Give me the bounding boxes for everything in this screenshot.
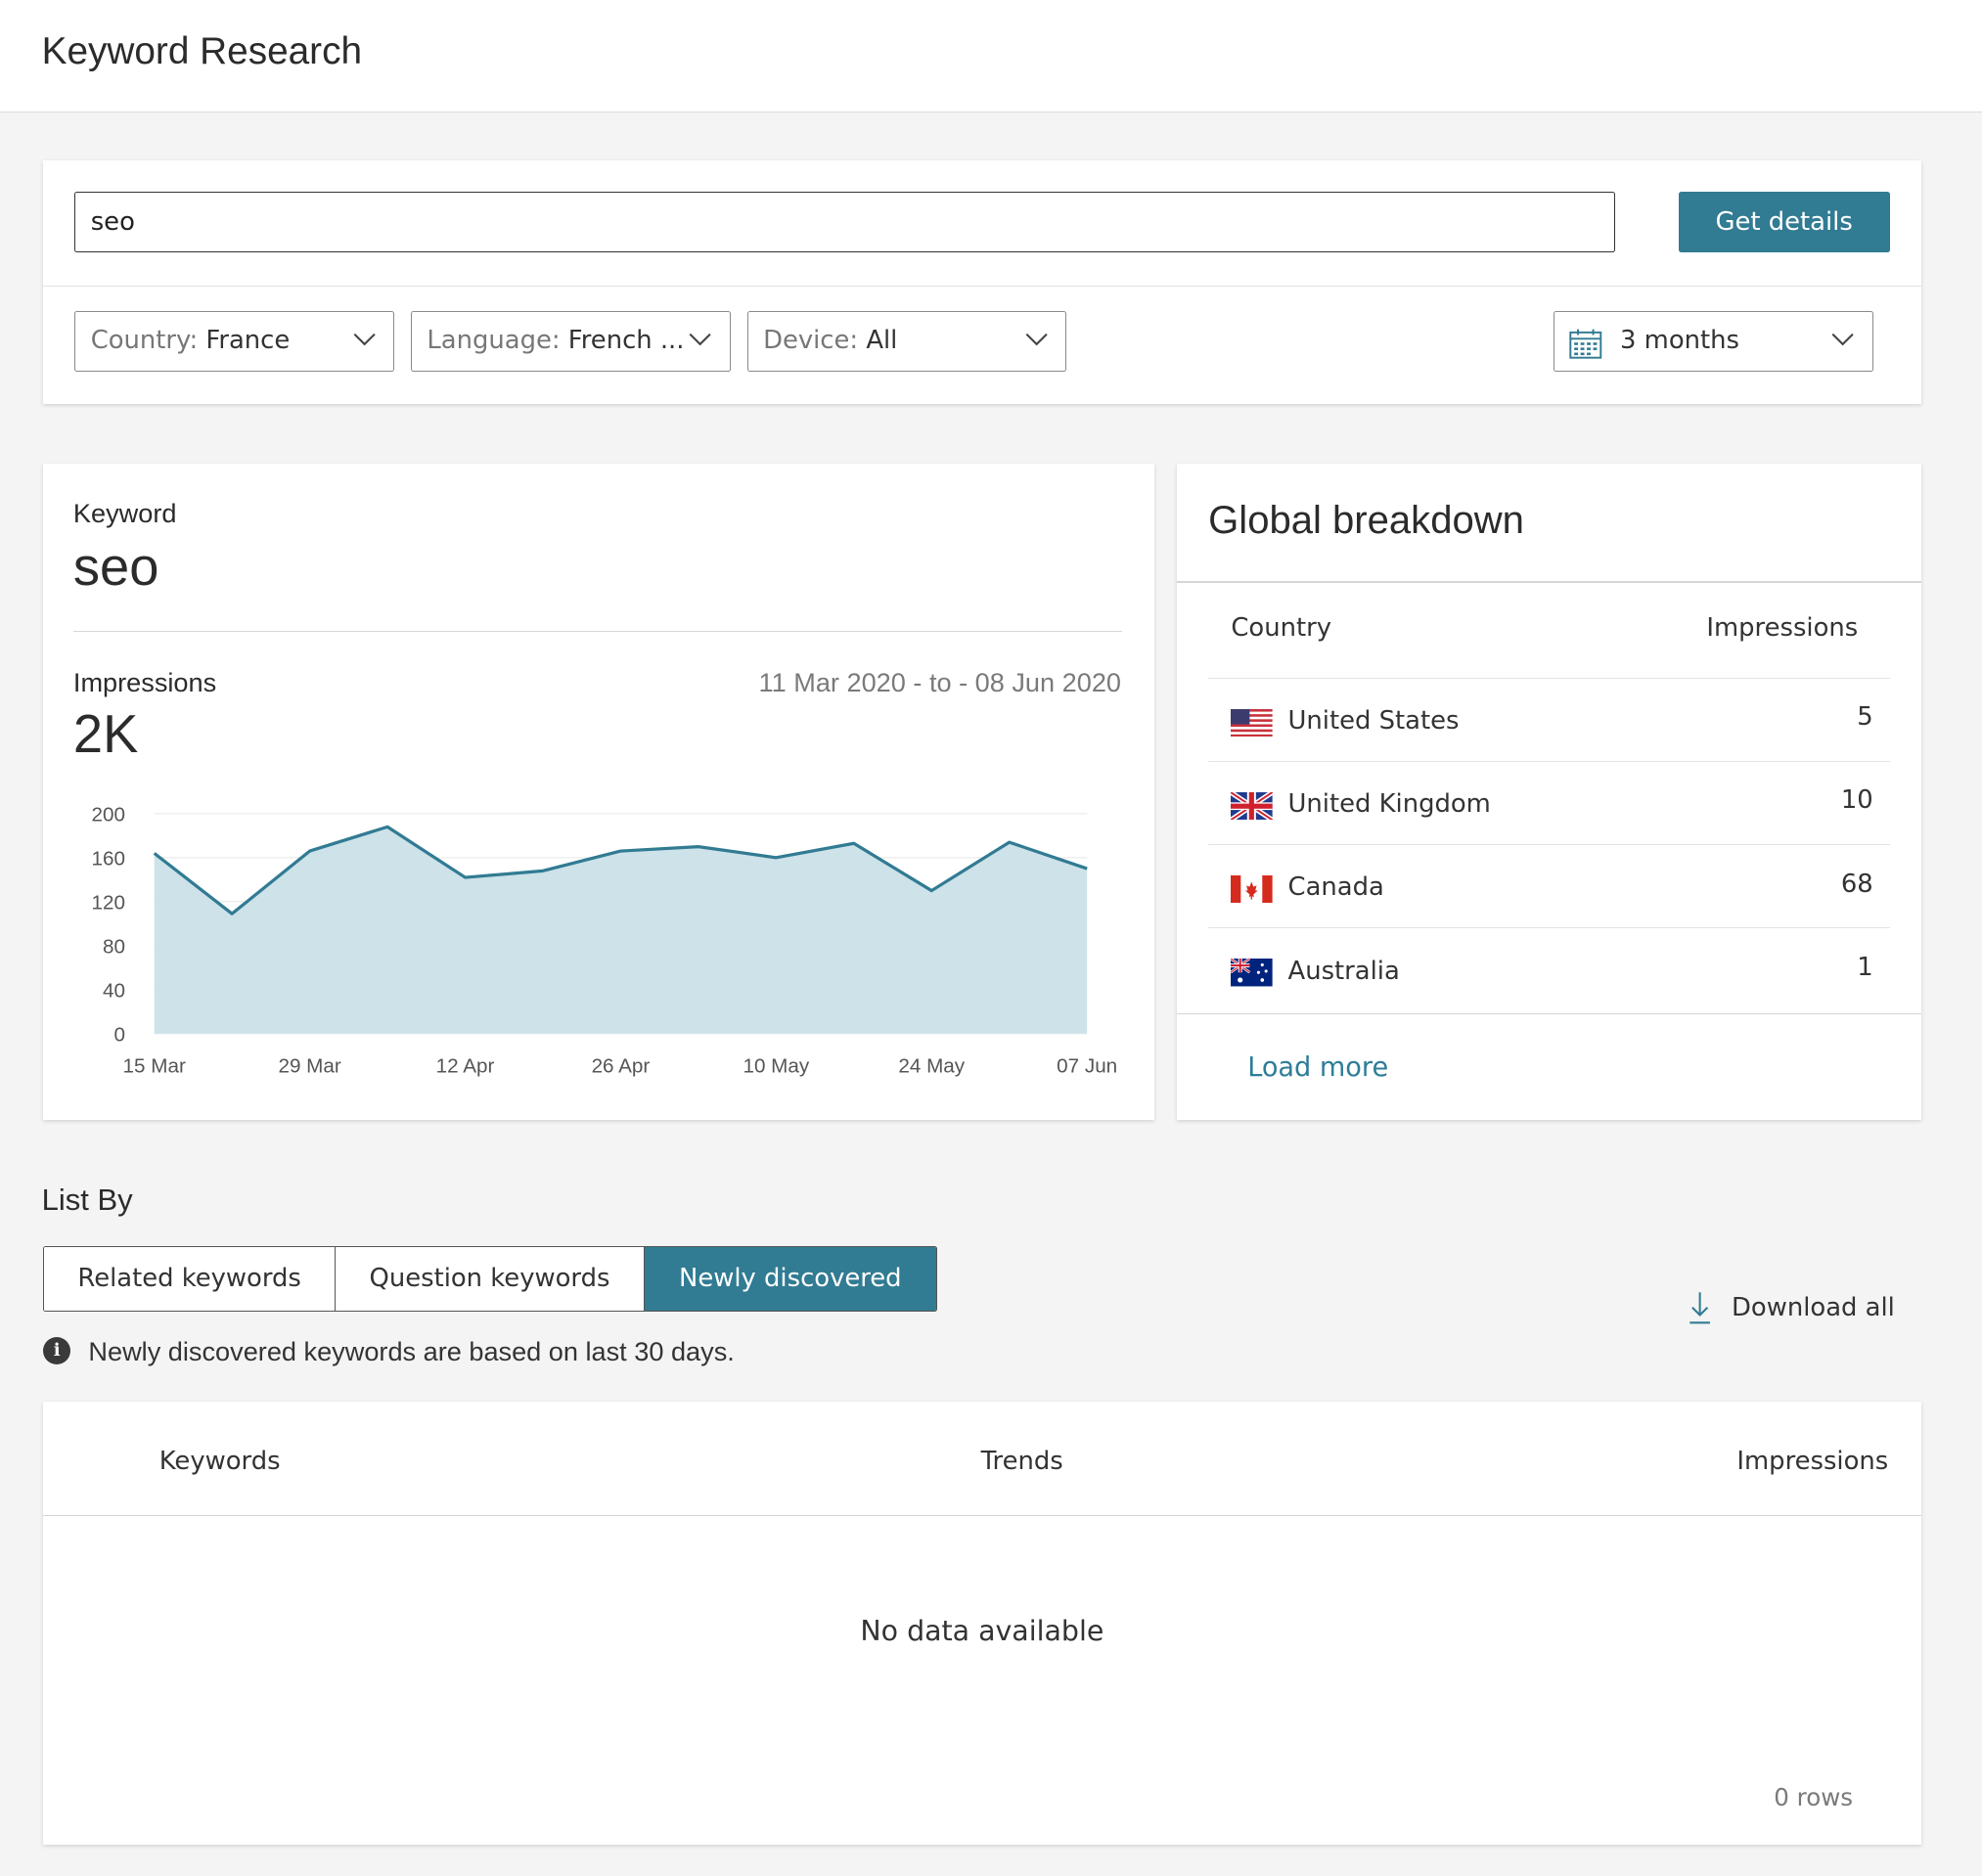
chevron-down-icon	[353, 334, 376, 346]
list-by-tabs: Related keywords Question keywords Newly…	[42, 1245, 938, 1313]
keywords-table: Keywords Trends Impressions No data avai…	[42, 1401, 1921, 1846]
impressions-area-chart: 0 40 80 120 160 200 15 Mar 29 Mar 12 Apr 26 Apr 10…	[91, 804, 1117, 1078]
country-impressions: 1	[1857, 952, 1873, 982]
chevron-down-icon	[689, 334, 712, 346]
download-icon	[1689, 1292, 1711, 1324]
y-tick-label: 200	[91, 804, 124, 826]
country-name: United Kingdom	[1287, 789, 1491, 820]
x-tick-label: 24 May	[898, 1055, 965, 1078]
x-tick-label: 26 Apr	[591, 1055, 650, 1078]
period-dropdown[interactable]: 3 months	[1553, 310, 1873, 372]
country-dropdown[interactable]: Country: France	[74, 310, 395, 372]
country-dropdown-value: France	[205, 325, 291, 355]
uk-flag-icon	[1231, 791, 1274, 821]
y-tick-label: 40	[103, 980, 125, 1003]
impressions-column-header: Impressions	[1706, 612, 1859, 643]
country-name: Canada	[1287, 872, 1384, 903]
global-breakdown-card: Global breakdown Country Impressions Uni…	[1176, 464, 1921, 1120]
country-column-header: Country	[1231, 612, 1331, 643]
date-range: 11 Mar 2020 - to - 08 Jun 2020	[758, 667, 1121, 698]
divider	[1176, 581, 1921, 583]
calendar-icon	[1569, 329, 1602, 359]
country-impressions: 10	[1840, 785, 1873, 816]
info-icon: i	[42, 1336, 71, 1365]
keyword-card: Keyword seo Impressions 2K 11 Mar 2020 -…	[42, 464, 1154, 1120]
impressions-value: 2K	[72, 704, 139, 764]
empty-state-text: No data available	[860, 1615, 1104, 1648]
y-tick-label: 160	[91, 848, 124, 871]
country-name: Australia	[1287, 956, 1400, 986]
load-more-link[interactable]: Load more	[1247, 1052, 1388, 1083]
country-impressions: 68	[1840, 869, 1873, 899]
y-tick-label: 0	[113, 1024, 125, 1047]
global-breakdown-title: Global breakdown	[1208, 499, 1524, 543]
x-tick-label: 12 Apr	[436, 1055, 495, 1078]
chevron-down-icon	[1025, 334, 1048, 346]
period-dropdown-value: 3 months	[1620, 325, 1739, 355]
divider	[1176, 1013, 1921, 1015]
search-card: Get details Country: France Language: Fr…	[42, 160, 1921, 405]
country-dropdown-label: Country:	[90, 325, 199, 355]
tab-question-keywords[interactable]: Question keywords	[336, 1246, 645, 1311]
y-tick-label: 80	[103, 936, 125, 959]
impressions-label: Impressions	[72, 667, 217, 698]
keyword-search-input[interactable]	[74, 192, 1616, 253]
download-all-label: Download all	[1732, 1292, 1895, 1322]
divider	[72, 630, 1123, 632]
impressions-column-header[interactable]: Impressions	[1736, 1447, 1888, 1476]
x-tick-label: 10 May	[743, 1055, 809, 1078]
series-line	[153, 825, 1088, 916]
divider	[42, 1515, 1921, 1517]
country-row: Australia 1	[1208, 927, 1890, 1010]
keywords-column-header[interactable]: Keywords	[159, 1447, 281, 1476]
keyword-label: Keyword	[72, 498, 177, 529]
language-dropdown-value: French ...	[567, 325, 685, 355]
keyword-value: seo	[72, 538, 159, 598]
language-dropdown-label: Language:	[427, 325, 561, 355]
get-details-button[interactable]: Get details	[1678, 192, 1890, 253]
series-area	[154, 826, 1088, 1034]
country-row: Canada 68	[1208, 844, 1890, 927]
x-tick-label: 15 Mar	[122, 1055, 185, 1078]
x-tick-label: 07 Jun	[1057, 1055, 1117, 1078]
us-flag-icon	[1231, 708, 1274, 737]
trends-column-header[interactable]: Trends	[981, 1447, 1063, 1476]
country-name: United States	[1287, 705, 1460, 736]
canada-flag-icon	[1231, 875, 1274, 904]
row-count: 0 rows	[1774, 1782, 1854, 1811]
tab-related-keywords[interactable]: Related keywords	[43, 1246, 337, 1311]
top-bar: Keyword Research	[0, 0, 1982, 112]
info-text: Newly discovered keywords are based on l…	[88, 1335, 735, 1366]
australia-flag-icon	[1231, 959, 1274, 987]
chevron-down-icon	[1831, 334, 1855, 346]
tab-newly-discovered[interactable]: Newly discovered	[644, 1246, 937, 1311]
country-row: United Kingdom 10	[1208, 760, 1890, 844]
country-row: United States 5	[1208, 677, 1890, 761]
device-dropdown-value: All	[866, 325, 898, 355]
device-dropdown-label: Device:	[763, 325, 859, 355]
page-title: Keyword Research	[41, 30, 362, 72]
y-tick-label: 120	[91, 892, 124, 915]
list-by-heading: List By	[41, 1183, 133, 1218]
language-dropdown[interactable]: Language: French ...	[410, 310, 731, 372]
country-impressions: 5	[1857, 702, 1873, 733]
device-dropdown[interactable]: Device: All	[746, 310, 1067, 372]
x-tick-label: 29 Mar	[278, 1055, 340, 1078]
divider	[42, 285, 1921, 288]
